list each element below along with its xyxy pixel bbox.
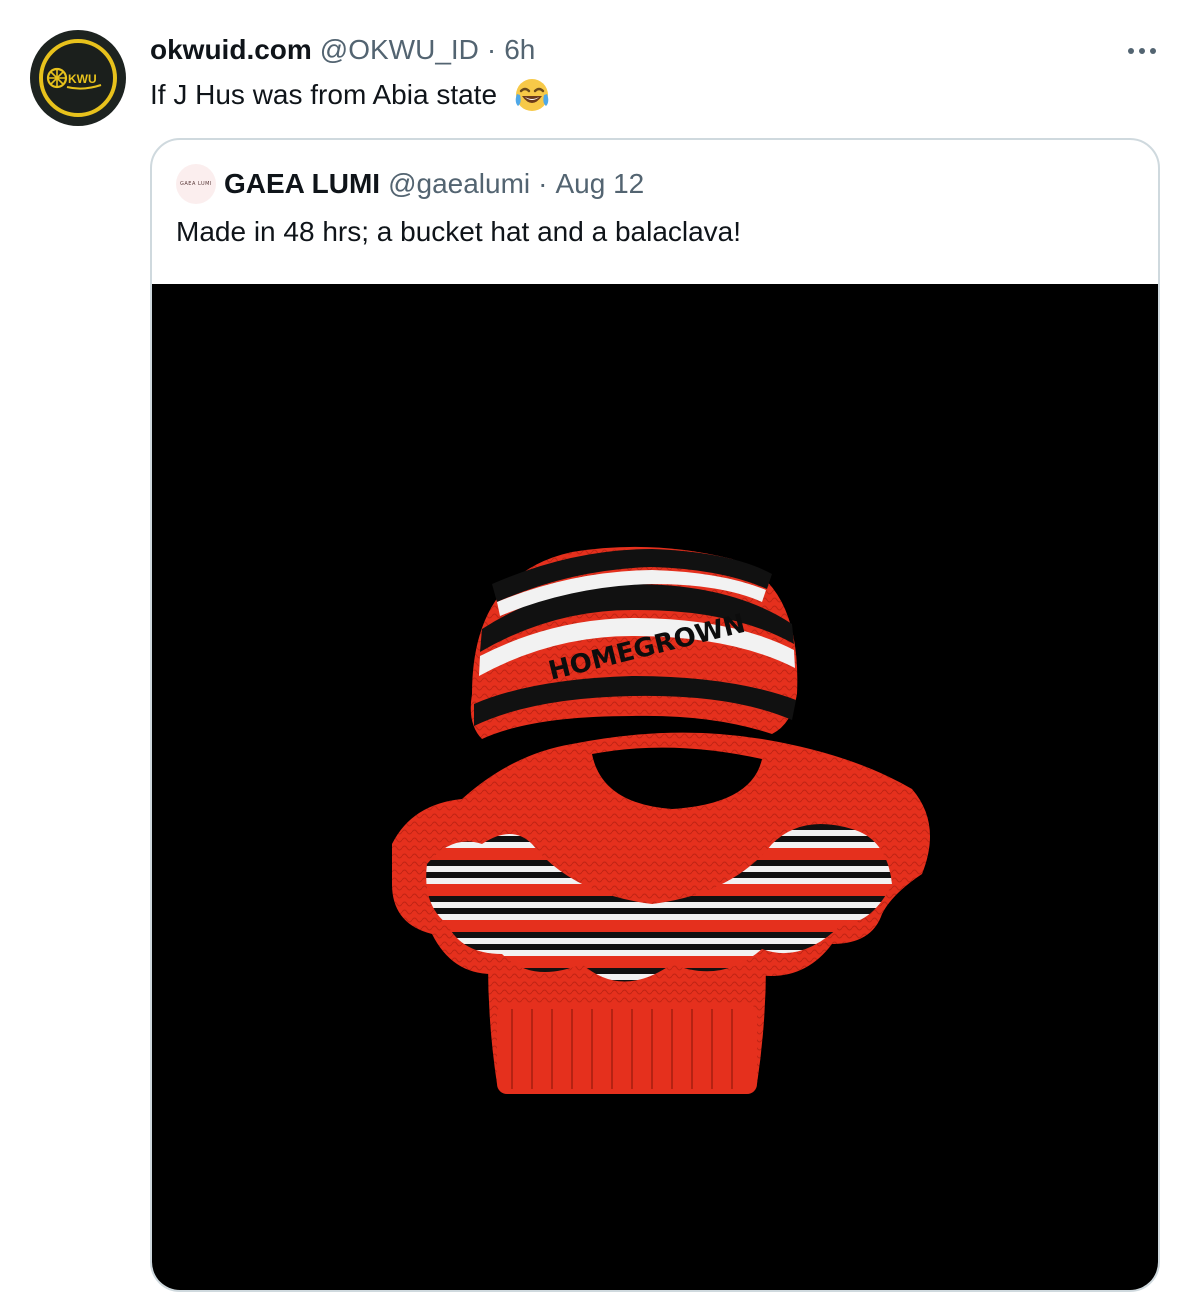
okwu-logo-icon: KWU <box>39 39 117 117</box>
face-with-tears-of-joy-icon <box>515 79 549 111</box>
timestamp[interactable]: 6h <box>504 34 535 66</box>
avatar[interactable]: KWU <box>30 30 126 126</box>
quoted-media-photo[interactable]: HOMEGROWN <box>152 284 1158 1290</box>
quoted-date[interactable]: Aug 12 <box>555 168 644 200</box>
quoted-header: GAEA LUMI @gaealumi · Aug 12 <box>224 166 644 202</box>
more-dot-icon <box>1150 48 1156 54</box>
separator-dot: · <box>486 34 497 65</box>
separator-dot: · <box>538 168 548 199</box>
quoted-user-handle[interactable]: @gaealumi <box>388 168 530 200</box>
tweet[interactable]: KWU okwuid.com @OKWU_ID · 6h If J Hus wa… <box>0 0 1190 1312</box>
display-name[interactable]: okwuid.com <box>150 34 312 66</box>
crochet-hat-balaclava-image: HOMEGROWN <box>392 546 930 1094</box>
more-dot-icon <box>1139 48 1145 54</box>
user-handle[interactable]: @OKWU_ID <box>320 34 479 66</box>
more-dot-icon <box>1128 48 1134 54</box>
more-options-button[interactable] <box>1120 36 1164 66</box>
quoted-display-name[interactable]: GAEA LUMI <box>224 168 380 200</box>
avatar-logo-text: KWU <box>68 72 97 86</box>
tweet-body: If J Hus was from Abia state <box>150 79 498 110</box>
quoted-avatar-text: GAEA LUMI <box>180 181 212 187</box>
tweet-header: okwuid.com @OKWU_ID · 6h <box>150 32 535 68</box>
tweet-text: If J Hus was from Abia state <box>150 76 551 114</box>
quoted-avatar[interactable]: GAEA LUMI <box>176 164 216 204</box>
quoted-tweet-text: Made in 48 hrs; a bucket hat and a balac… <box>176 216 742 247</box>
quoted-tweet[interactable]: GAEA LUMI GAEA LUMI @gaealumi · Aug 12 M… <box>150 138 1160 1292</box>
